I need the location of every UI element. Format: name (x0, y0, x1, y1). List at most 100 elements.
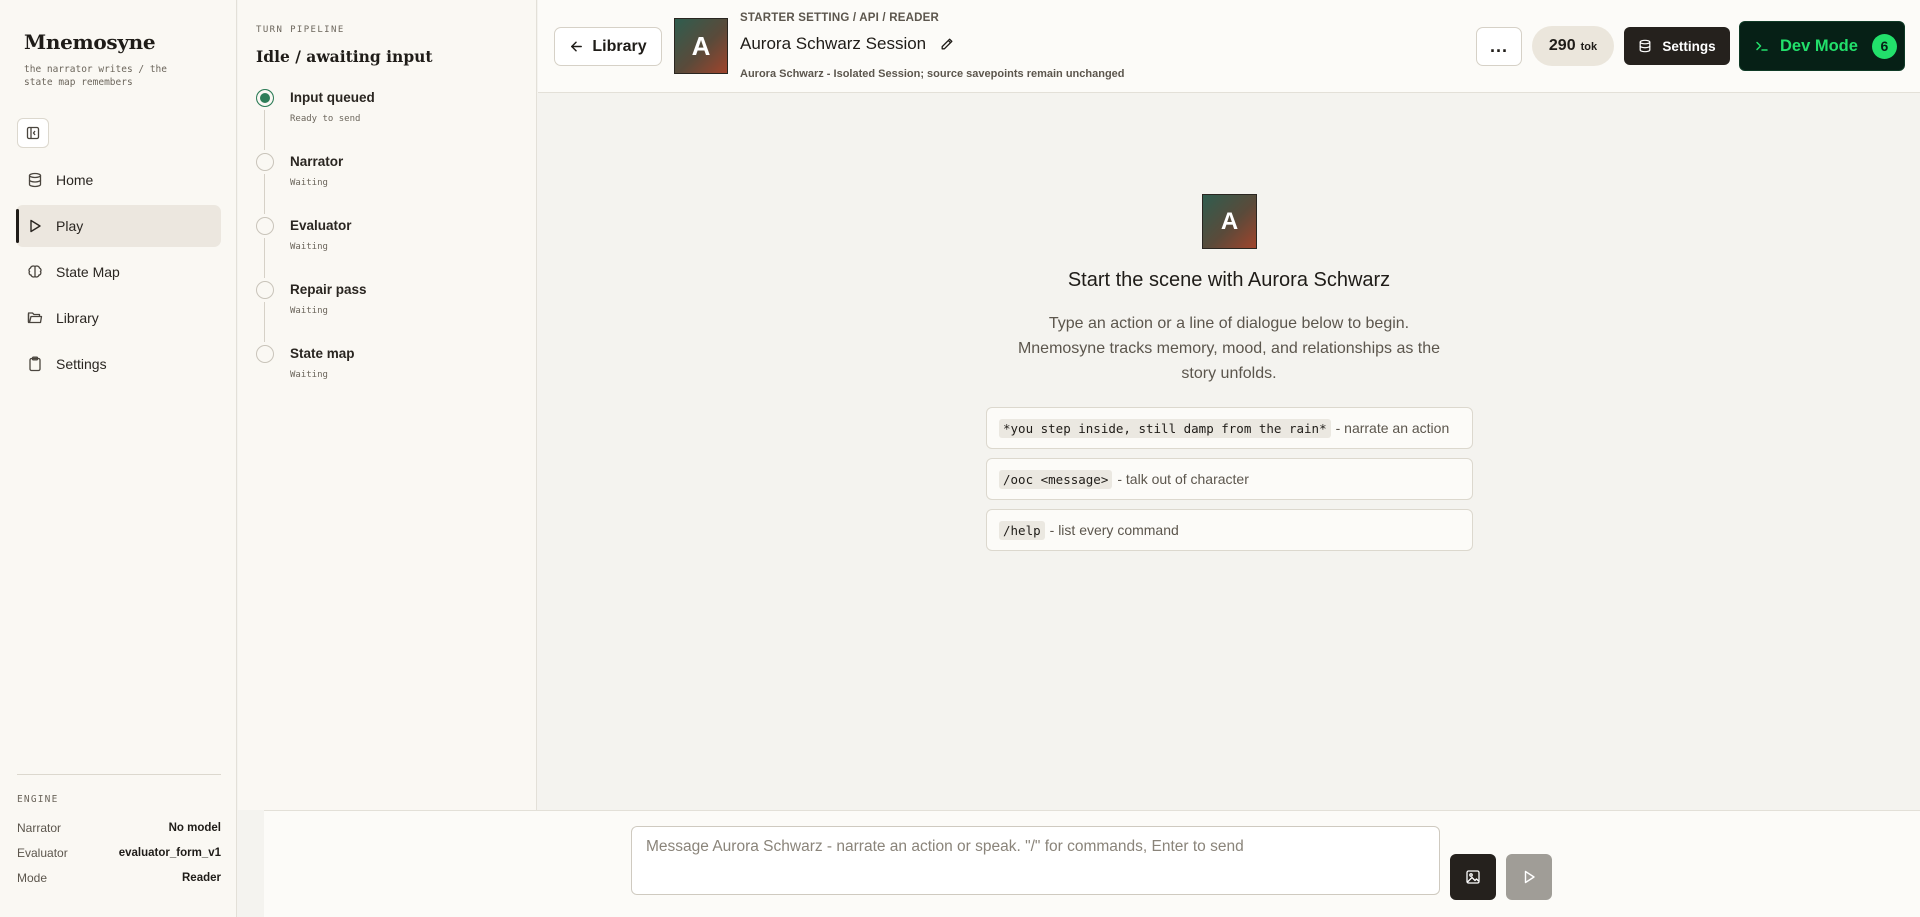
engine-value: No model (168, 821, 221, 834)
hint-help[interactable]: /help - list every command (986, 509, 1473, 551)
settings-button-label: Settings (1662, 38, 1716, 54)
database-icon (26, 171, 44, 189)
hint-ooc[interactable]: /ooc <message> - talk out of character (986, 458, 1473, 500)
brain-icon (26, 263, 44, 281)
terminal-icon (1756, 41, 1768, 51)
pipeline-step-state-map: State map Waiting (256, 344, 375, 408)
dev-mode-label: Dev Mode (1780, 36, 1858, 55)
nav-item-home[interactable]: Home (16, 159, 221, 201)
token-count-badge: 290 tok (1532, 26, 1614, 66)
engine-row-mode: Mode Reader (17, 865, 221, 890)
token-count: 290 (1548, 37, 1576, 54)
attach-image-button[interactable] (1450, 854, 1496, 900)
step-status: Waiting (290, 306, 328, 316)
nav-label: State Map (56, 264, 120, 280)
engine-title: ENGINE (17, 794, 59, 805)
nav-item-state-map[interactable]: State Map (16, 251, 221, 293)
database-icon (1639, 39, 1651, 53)
pipeline-label: TURN PIPELINE (256, 25, 345, 35)
step-indicator (256, 345, 274, 363)
step-name: Evaluator (290, 218, 352, 233)
chat-area: A Start the scene with Aurora Schwarz Ty… (538, 93, 1920, 810)
engine-key: Narrator (17, 820, 62, 835)
step-name: Input queued (290, 90, 375, 105)
sidebar-collapse-icon (26, 126, 40, 140)
step-connector (264, 302, 265, 342)
engine-key: Mode (17, 870, 48, 885)
hint-text: - talk out of character (1117, 471, 1249, 487)
breadcrumb: STARTER SETTING / API / READER (740, 12, 939, 24)
app-tagline: the narrator writes / the state map reme… (24, 64, 167, 88)
engine-value: evaluator_form_v1 (118, 846, 221, 859)
hint-text: - list every command (1049, 522, 1179, 538)
hint-narrate-action[interactable]: *you step inside, still damp from the ra… (986, 407, 1473, 449)
dev-mode-count-badge: 6 (1871, 33, 1897, 59)
step-indicator (256, 217, 274, 235)
sidebar: Mnemosyne the narrator writes / the stat… (0, 0, 237, 917)
character-avatar-large: A (1202, 194, 1257, 249)
main-nav: Home Play State Map Library Settings (16, 159, 221, 389)
session-subtitle: Aurora Schwarz - Isolated Session; sourc… (740, 68, 1125, 80)
message-input[interactable] (631, 826, 1440, 895)
pipeline-steps: Input queued Ready to send Narrator Wait… (256, 88, 375, 408)
turn-pipeline-panel: TURN PIPELINE Idle / awaiting input Inpu… (238, 0, 537, 810)
play-icon (26, 217, 44, 235)
engine-key: Evaluator (17, 845, 68, 860)
collapse-sidebar-button[interactable] (17, 118, 49, 148)
step-indicator (256, 281, 274, 299)
step-active-indicator (256, 89, 274, 107)
nav-item-settings[interactable]: Settings (16, 343, 221, 385)
nav-label: Settings (56, 356, 107, 372)
hint-code: /ooc <message> (999, 469, 1113, 489)
step-status: Waiting (290, 370, 328, 380)
back-to-library-button[interactable]: Library (554, 27, 662, 66)
empty-state-description: Type an action or a line of dialogue bel… (1017, 315, 1441, 382)
app-name: Mnemosyne (24, 30, 156, 54)
engine-row-narrator: Narrator No model (17, 815, 221, 840)
pipeline-step-repair-pass: Repair pass Waiting (256, 280, 375, 344)
character-avatar: A (674, 18, 728, 74)
engine-value: Reader (182, 871, 221, 884)
send-button[interactable] (1506, 854, 1552, 900)
step-name: Narrator (290, 154, 344, 169)
step-indicator (256, 153, 274, 171)
clipboard-icon (26, 355, 44, 373)
message-composer (264, 810, 1920, 917)
edit-pencil-icon[interactable] (940, 37, 954, 51)
dev-mode-button[interactable]: Dev Mode 6 (1739, 21, 1905, 71)
step-connector (264, 238, 265, 278)
nav-label: Home (56, 172, 94, 188)
session-title: Aurora Schwarz Session (740, 34, 927, 53)
step-status: Ready to send (290, 114, 361, 124)
settings-button[interactable]: Settings (1624, 27, 1730, 65)
step-status: Waiting (290, 242, 328, 252)
folder-icon (26, 309, 44, 327)
nav-label: Library (56, 310, 99, 326)
command-hints: *you step inside, still damp from the ra… (986, 407, 1473, 560)
play-icon (1524, 870, 1535, 884)
step-name: State map (290, 346, 355, 361)
back-button-label: Library (592, 37, 647, 55)
session-header: Library A STARTER SETTING / API / READER… (538, 0, 1920, 93)
arrow-left-icon (571, 41, 583, 52)
step-connector (264, 110, 265, 150)
hint-text: - narrate an action (1335, 420, 1450, 436)
hint-code: /help (999, 520, 1045, 540)
pipeline-step-evaluator: Evaluator Waiting (256, 216, 375, 280)
hint-code: *you step inside, still damp from the ra… (999, 418, 1331, 438)
step-name: Repair pass (290, 282, 367, 297)
empty-state-title: Start the scene with Aurora Schwarz (1067, 269, 1391, 291)
image-icon (1466, 870, 1480, 884)
nav-item-play[interactable]: Play (16, 205, 221, 247)
token-unit: tok (1580, 41, 1598, 53)
engine-row-evaluator: Evaluator evaluator_form_v1 (17, 840, 221, 865)
engine-info: ENGINE Narrator No model Evaluator evalu… (17, 774, 221, 890)
pipeline-state: Idle / awaiting input (256, 47, 433, 66)
step-connector (264, 174, 265, 214)
nav-label: Play (56, 218, 84, 234)
session-title-row: Aurora Schwarz Session (740, 34, 954, 54)
more-options-button[interactable]: ... (1476, 27, 1522, 66)
pipeline-step-input-queued: Input queued Ready to send (256, 88, 375, 152)
step-status: Waiting (290, 178, 328, 188)
nav-item-library[interactable]: Library (16, 297, 221, 339)
